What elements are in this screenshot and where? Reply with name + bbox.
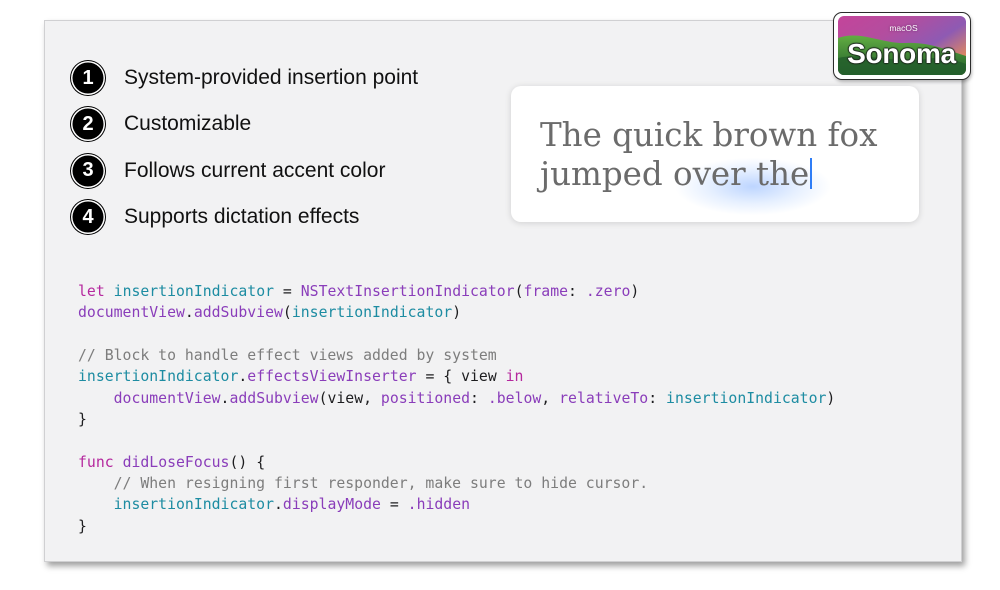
- code-line: }: [78, 409, 835, 430]
- macos-sonoma-badge: macOS Sonoma: [833, 12, 971, 80]
- code-token: insertionIndicator: [113, 283, 275, 300]
- feature-label: Follows current accent color: [124, 158, 386, 182]
- preview-text: The quick brown fox jumped over the: [540, 116, 877, 194]
- code-token: .: [274, 496, 283, 514]
- code-token: =: [380, 496, 408, 514]
- code-token: documentView: [78, 304, 185, 322]
- feature-item: 4 Supports dictation effects: [71, 200, 418, 235]
- code-token: ): [826, 389, 836, 407]
- code-token: // When resigning first responder, make …: [113, 475, 649, 493]
- code-token: in: [505, 368, 524, 386]
- code-line: insertionIndicator.effectsViewInserter =…: [78, 366, 835, 387]
- code-line: documentView.addSubview(view, positioned…: [78, 388, 836, 409]
- code-line: documentView.addSubview(insertionIndicat…: [78, 302, 835, 323]
- code-token: () {: [229, 453, 266, 471]
- code-token: effectsViewInserter: [247, 368, 417, 386]
- code-token: addSubview: [229, 389, 319, 407]
- code-block: let insertionIndicator = NSTextInsertion…: [78, 281, 835, 537]
- code-token: (: [282, 304, 292, 322]
- badge-os-label: macOS: [889, 23, 918, 33]
- code-token: = { view: [416, 368, 506, 386]
- code-token: insertionIndicator: [291, 304, 453, 322]
- feature-label: System-provided insertion point: [124, 66, 419, 89]
- code-token: insertionIndicator: [666, 389, 827, 407]
- feature-item: 3 Follows current accent color: [71, 153, 418, 188]
- code-token: NSTextInsertionIndicator: [300, 283, 515, 300]
- code-token: relativeTo: [559, 389, 649, 407]
- code-token: // Block to handle effect views added by…: [78, 347, 497, 365]
- insertion-point-cursor: [810, 157, 813, 189]
- code-line: let insertionIndicator = NSTextInsertion…: [78, 281, 835, 302]
- code-line: insertionIndicator.displayMode = .hidden: [78, 494, 835, 515]
- code-token: func: [78, 453, 114, 471]
- code-token: .: [238, 368, 248, 386]
- code-token: didLoseFocus: [122, 453, 230, 471]
- feature-list: 1 System-provided insertion point 2 Cust…: [71, 61, 418, 235]
- badge-name: Sonoma: [847, 38, 956, 69]
- code-token: addSubview: [193, 304, 283, 322]
- code-token: ): [452, 304, 462, 322]
- code-line: }: [78, 516, 835, 537]
- code-line: func didLoseFocus() {: [78, 452, 835, 473]
- code-token: (view,: [318, 389, 381, 407]
- code-line: // When resigning first responder, make …: [78, 473, 835, 494]
- code-token: frame: [523, 283, 569, 300]
- preview-line: jumped over the: [540, 155, 877, 194]
- code-token: ): [630, 283, 640, 300]
- code-token: }: [78, 411, 87, 429]
- feature-item: 2 Customizable: [71, 107, 418, 142]
- feature-label: Customizable: [124, 112, 252, 136]
- code-token: =: [274, 283, 301, 300]
- step-number-badge: 4: [71, 200, 105, 235]
- feature-label: Supports dictation effects: [124, 205, 360, 229]
- code-token: :: [648, 389, 667, 407]
- code-token: .zero: [585, 283, 631, 300]
- code-token: :: [470, 389, 488, 407]
- code-token: }: [78, 517, 87, 535]
- preview-line: The quick brown fox: [540, 115, 878, 154]
- code-line: // Block to handle effect views added by…: [78, 345, 835, 366]
- code-token: positioned: [380, 389, 471, 407]
- step-number-badge: 3: [71, 153, 105, 188]
- feature-item: 1 System-provided insertion point: [71, 61, 418, 95]
- step-number-badge: 2: [71, 107, 105, 142]
- code-token: documentView: [113, 389, 221, 407]
- code-token: ,: [541, 389, 560, 407]
- code-token: .below: [487, 389, 542, 407]
- code-token: displayMode: [282, 496, 381, 514]
- text-preview-card: The quick brown fox jumped over the: [511, 86, 919, 222]
- preview-line-text: jumped over the: [540, 154, 810, 193]
- code-token: :: [568, 283, 586, 300]
- step-number-badge: 1: [71, 61, 105, 95]
- code-token: .hidden: [407, 496, 471, 514]
- code-token: let: [78, 283, 105, 300]
- code-token: .: [184, 304, 194, 322]
- code-token: insertionIndicator: [113, 496, 274, 514]
- presentation-slide: 1 System-provided insertion point 2 Cust…: [44, 20, 962, 562]
- code-token: insertionIndicator: [78, 368, 239, 386]
